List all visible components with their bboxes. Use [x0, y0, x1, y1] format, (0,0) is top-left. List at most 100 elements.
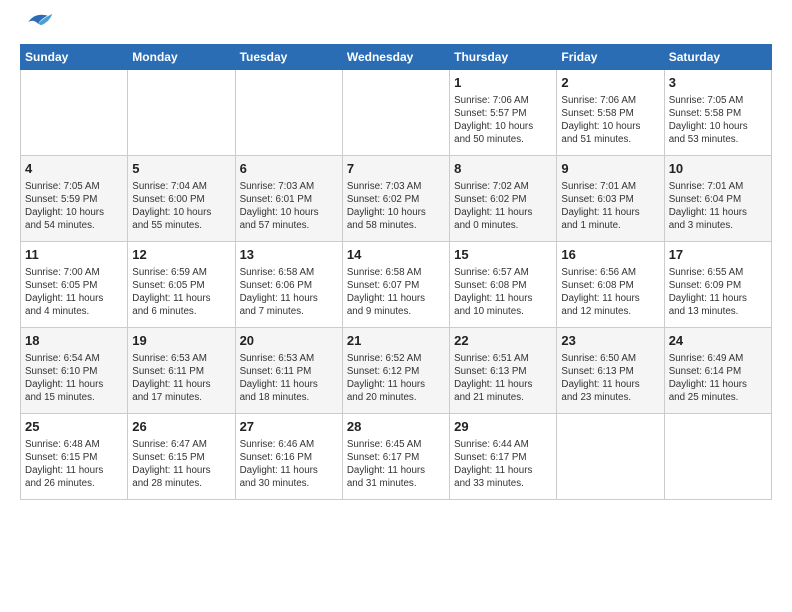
day-number: 3	[669, 74, 767, 92]
day-number: 20	[240, 332, 338, 350]
day-number: 25	[25, 418, 123, 436]
day-info: Sunrise: 7:05 AM Sunset: 5:59 PM Dayligh…	[25, 180, 123, 233]
weekday-header: Friday	[557, 45, 664, 70]
calendar-row: 11 Sunrise: 7:00 AM Sunset: 6:05 PM Dayli…	[21, 242, 772, 328]
day-number: 21	[347, 332, 445, 350]
day-info: Sunrise: 6:49 AM Sunset: 6:14 PM Dayligh…	[669, 352, 767, 405]
weekday-header: Wednesday	[342, 45, 449, 70]
logo-bird-icon	[22, 8, 54, 36]
weekday-header: Thursday	[450, 45, 557, 70]
day-info: Sunrise: 7:01 AM Sunset: 6:03 PM Dayligh…	[561, 180, 659, 233]
calendar-cell: 24 Sunrise: 6:49 AM Sunset: 6:14 PM Dayli…	[664, 328, 771, 414]
day-number: 5	[132, 160, 230, 178]
day-number: 7	[347, 160, 445, 178]
calendar-cell: 1Sunrise: 7:06 AM Sunset: 5:57 PM Daylig…	[450, 70, 557, 156]
day-info: Sunrise: 6:45 AM Sunset: 6:17 PM Dayligh…	[347, 438, 445, 491]
day-info: Sunrise: 6:55 AM Sunset: 6:09 PM Dayligh…	[669, 266, 767, 319]
day-number: 6	[240, 160, 338, 178]
calendar-row: 1Sunrise: 7:06 AM Sunset: 5:57 PM Daylig…	[21, 70, 772, 156]
calendar-cell: 5 Sunrise: 7:04 AM Sunset: 6:00 PM Daylig…	[128, 156, 235, 242]
calendar-cell: 8 Sunrise: 7:02 AM Sunset: 6:02 PM Daylig…	[450, 156, 557, 242]
day-info: Sunrise: 6:44 AM Sunset: 6:17 PM Dayligh…	[454, 438, 552, 491]
calendar-cell: 11 Sunrise: 7:00 AM Sunset: 6:05 PM Dayli…	[21, 242, 128, 328]
calendar-cell	[557, 414, 664, 500]
logo	[20, 16, 54, 38]
day-number: 24	[669, 332, 767, 350]
calendar-cell: 21 Sunrise: 6:52 AM Sunset: 6:12 PM Dayli…	[342, 328, 449, 414]
day-number: 8	[454, 160, 552, 178]
day-number: 12	[132, 246, 230, 264]
calendar-cell: 4 Sunrise: 7:05 AM Sunset: 5:59 PM Daylig…	[21, 156, 128, 242]
calendar-row: 4 Sunrise: 7:05 AM Sunset: 5:59 PM Daylig…	[21, 156, 772, 242]
day-info: Sunrise: 6:47 AM Sunset: 6:15 PM Dayligh…	[132, 438, 230, 491]
calendar-cell: 22Sunrise: 6:51 AM Sunset: 6:13 PM Dayli…	[450, 328, 557, 414]
weekday-header: Sunday	[21, 45, 128, 70]
calendar-cell: 13Sunrise: 6:58 AM Sunset: 6:06 PM Dayli…	[235, 242, 342, 328]
day-number: 23	[561, 332, 659, 350]
day-info: Sunrise: 7:04 AM Sunset: 6:00 PM Dayligh…	[132, 180, 230, 233]
day-info: Sunrise: 7:03 AM Sunset: 6:02 PM Dayligh…	[347, 180, 445, 233]
day-number: 15	[454, 246, 552, 264]
day-number: 10	[669, 160, 767, 178]
day-info: Sunrise: 6:53 AM Sunset: 6:11 PM Dayligh…	[132, 352, 230, 405]
calendar-cell: 28 Sunrise: 6:45 AM Sunset: 6:17 PM Dayli…	[342, 414, 449, 500]
calendar-cell: 25 Sunrise: 6:48 AM Sunset: 6:15 PM Dayli…	[21, 414, 128, 500]
calendar-cell: 6 Sunrise: 7:03 AM Sunset: 6:01 PM Daylig…	[235, 156, 342, 242]
day-info: Sunrise: 7:06 AM Sunset: 5:58 PM Dayligh…	[561, 94, 659, 147]
day-number: 28	[347, 418, 445, 436]
day-number: 14	[347, 246, 445, 264]
day-info: Sunrise: 7:03 AM Sunset: 6:01 PM Dayligh…	[240, 180, 338, 233]
day-number: 17	[669, 246, 767, 264]
calendar-cell	[664, 414, 771, 500]
page: SundayMondayTuesdayWednesdayThursdayFrid…	[0, 0, 792, 510]
calendar-cell: 16 Sunrise: 6:56 AM Sunset: 6:08 PM Dayli…	[557, 242, 664, 328]
day-number: 4	[25, 160, 123, 178]
calendar-cell: 18 Sunrise: 6:54 AM Sunset: 6:10 PM Dayli…	[21, 328, 128, 414]
calendar-cell: 15 Sunrise: 6:57 AM Sunset: 6:08 PM Dayli…	[450, 242, 557, 328]
day-info: Sunrise: 6:56 AM Sunset: 6:08 PM Dayligh…	[561, 266, 659, 319]
calendar-cell: 9 Sunrise: 7:01 AM Sunset: 6:03 PM Daylig…	[557, 156, 664, 242]
day-number: 11	[25, 246, 123, 264]
day-info: Sunrise: 6:48 AM Sunset: 6:15 PM Dayligh…	[25, 438, 123, 491]
header	[20, 16, 772, 38]
day-number: 19	[132, 332, 230, 350]
calendar-cell: 20 Sunrise: 6:53 AM Sunset: 6:11 PM Dayli…	[235, 328, 342, 414]
calendar-cell: 12Sunrise: 6:59 AM Sunset: 6:05 PM Dayli…	[128, 242, 235, 328]
day-info: Sunrise: 6:53 AM Sunset: 6:11 PM Dayligh…	[240, 352, 338, 405]
day-number: 16	[561, 246, 659, 264]
calendar-cell: 27Sunrise: 6:46 AM Sunset: 6:16 PM Dayli…	[235, 414, 342, 500]
calendar-cell	[21, 70, 128, 156]
calendar-cell: 29Sunrise: 6:44 AM Sunset: 6:17 PM Dayli…	[450, 414, 557, 500]
day-info: Sunrise: 6:57 AM Sunset: 6:08 PM Dayligh…	[454, 266, 552, 319]
calendar-cell: 10 Sunrise: 7:01 AM Sunset: 6:04 PM Dayli…	[664, 156, 771, 242]
calendar-table: SundayMondayTuesdayWednesdayThursdayFrid…	[20, 44, 772, 500]
day-number: 26	[132, 418, 230, 436]
day-number: 13	[240, 246, 338, 264]
weekday-header: Monday	[128, 45, 235, 70]
calendar-cell	[342, 70, 449, 156]
day-info: Sunrise: 6:46 AM Sunset: 6:16 PM Dayligh…	[240, 438, 338, 491]
day-number: 9	[561, 160, 659, 178]
calendar-cell: 23Sunrise: 6:50 AM Sunset: 6:13 PM Dayli…	[557, 328, 664, 414]
calendar-cell: 2 Sunrise: 7:06 AM Sunset: 5:58 PM Daylig…	[557, 70, 664, 156]
calendar-cell: 14 Sunrise: 6:58 AM Sunset: 6:07 PM Dayli…	[342, 242, 449, 328]
calendar-cell: 17 Sunrise: 6:55 AM Sunset: 6:09 PM Dayli…	[664, 242, 771, 328]
calendar-cell: 7 Sunrise: 7:03 AM Sunset: 6:02 PM Daylig…	[342, 156, 449, 242]
day-info: Sunrise: 6:51 AM Sunset: 6:13 PM Dayligh…	[454, 352, 552, 405]
day-info: Sunrise: 6:54 AM Sunset: 6:10 PM Dayligh…	[25, 352, 123, 405]
day-number: 18	[25, 332, 123, 350]
day-info: Sunrise: 7:00 AM Sunset: 6:05 PM Dayligh…	[25, 266, 123, 319]
day-info: Sunrise: 7:02 AM Sunset: 6:02 PM Dayligh…	[454, 180, 552, 233]
day-info: Sunrise: 6:52 AM Sunset: 6:12 PM Dayligh…	[347, 352, 445, 405]
calendar-cell	[235, 70, 342, 156]
calendar-row: 25 Sunrise: 6:48 AM Sunset: 6:15 PM Dayli…	[21, 414, 772, 500]
calendar-cell: 3Sunrise: 7:05 AM Sunset: 5:58 PM Daylig…	[664, 70, 771, 156]
day-info: Sunrise: 6:58 AM Sunset: 6:07 PM Dayligh…	[347, 266, 445, 319]
day-number: 2	[561, 74, 659, 92]
weekday-header: Tuesday	[235, 45, 342, 70]
weekday-header: Saturday	[664, 45, 771, 70]
day-info: Sunrise: 7:01 AM Sunset: 6:04 PM Dayligh…	[669, 180, 767, 233]
header-row: SundayMondayTuesdayWednesdayThursdayFrid…	[21, 45, 772, 70]
calendar-cell: 26 Sunrise: 6:47 AM Sunset: 6:15 PM Dayli…	[128, 414, 235, 500]
day-info: Sunrise: 7:06 AM Sunset: 5:57 PM Dayligh…	[454, 94, 552, 147]
